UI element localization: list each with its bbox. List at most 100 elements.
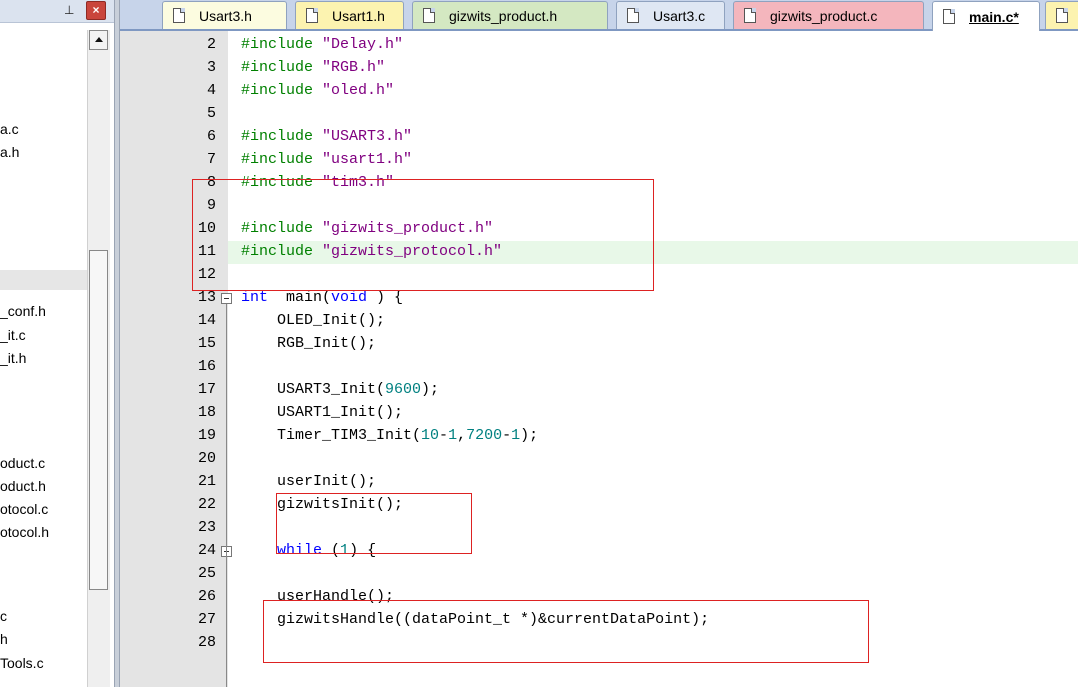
line-number: 13 xyxy=(197,289,216,306)
line-number: 21 xyxy=(197,473,216,490)
document-icon xyxy=(423,8,435,23)
file-tree-item[interactable]: _it.c xyxy=(0,327,26,343)
code-line[interactable]: 20 xyxy=(120,448,1078,471)
scroll-thumb[interactable] xyxy=(89,250,108,590)
line-number: 23 xyxy=(197,519,216,536)
code-line[interactable]: 5 xyxy=(120,103,1078,126)
arrow-up-icon xyxy=(95,37,103,42)
file-tree-item[interactable]: otocol.c xyxy=(0,501,48,517)
line-number: 25 xyxy=(197,565,216,582)
code-text: userInit(); xyxy=(241,473,377,490)
code-editor[interactable]: 2 #include "Delay.h" 3 #include "RGB.h" 4 #in… xyxy=(120,31,1078,687)
file-tree-item[interactable]: h xyxy=(0,631,8,647)
line-number: 14 xyxy=(197,312,216,329)
code-line[interactable]: 16 xyxy=(120,356,1078,379)
code-text: #include "RGB.h" xyxy=(241,59,386,76)
annotation-box-includes xyxy=(192,179,654,291)
file-tree-item[interactable]: oduct.c xyxy=(0,455,45,471)
code-line[interactable]: 25 xyxy=(120,563,1078,586)
line-number: 28 xyxy=(197,634,216,651)
line-number: 2 xyxy=(206,36,216,53)
file-tree-item[interactable]: a.c xyxy=(0,121,19,137)
annotation-box-init xyxy=(276,493,472,554)
line-number: 16 xyxy=(197,358,216,375)
code-text: int main(void ) { xyxy=(241,289,404,306)
code-text: #include "Delay.h" xyxy=(241,36,404,53)
file-tree-item[interactable]: _conf.h xyxy=(0,303,46,319)
line-number: 6 xyxy=(206,128,216,145)
file-tree-item[interactable]: a.h xyxy=(0,144,19,160)
selected-tree-row xyxy=(0,270,100,290)
code-line[interactable]: 3 #include "RGB.h" xyxy=(120,57,1078,80)
panel-header: ⊥ × xyxy=(0,0,118,23)
code-line[interactable]: 23 xyxy=(120,517,1078,540)
code-text: USART1_Init(); xyxy=(241,404,404,421)
code-text: OLED_Init(); xyxy=(241,312,386,329)
tab-label: Usart3.c xyxy=(653,7,706,24)
tab-usart1-h[interactable]: Usart1.h xyxy=(295,1,404,29)
document-icon xyxy=(306,8,318,23)
file-tree-item[interactable]: Tools.c xyxy=(0,655,44,671)
code-line[interactable]: 22 gizwitsInit(); xyxy=(120,494,1078,517)
code-text: #include "USART3.h" xyxy=(241,128,413,145)
line-number: 15 xyxy=(197,335,216,352)
document-icon xyxy=(943,9,955,24)
code-line[interactable]: 7 #include "usart1.h" xyxy=(120,149,1078,172)
line-number: 7 xyxy=(206,151,216,168)
tab-overflow[interactable] xyxy=(1045,1,1078,29)
annotation-box-handle xyxy=(263,600,869,663)
tab-label: Usart1.h xyxy=(332,7,385,24)
line-number: 26 xyxy=(197,588,216,605)
code-line[interactable]: 15 RGB_Init(); xyxy=(120,333,1078,356)
tab-label: gizwits_product.c xyxy=(770,7,878,24)
line-number: 4 xyxy=(206,82,216,99)
scroll-up-button[interactable] xyxy=(89,30,108,50)
line-number: 18 xyxy=(197,404,216,421)
code-line[interactable]: 21 userInit(); xyxy=(120,471,1078,494)
pin-icon[interactable]: ⊥ xyxy=(64,3,74,17)
close-panel-button[interactable]: × xyxy=(86,1,106,20)
file-tree-item[interactable]: otocol.h xyxy=(0,524,49,540)
document-icon xyxy=(744,8,756,23)
code-line[interactable]: 6 #include "USART3.h" xyxy=(120,126,1078,149)
code-text: #include "usart1.h" xyxy=(241,151,413,168)
line-number: 19 xyxy=(197,427,216,444)
code-line[interactable]: 14 OLED_Init(); xyxy=(120,310,1078,333)
code-line[interactable]: 17 USART3_Init(9600); xyxy=(120,379,1078,402)
code-text: RGB_Init(); xyxy=(241,335,377,352)
project-panel: ⊥ × a.c a.h _conf.h _it.c _it.h oduct.c oduct.… xyxy=(0,0,118,687)
file-tree-item[interactable]: c xyxy=(0,608,7,624)
tab-label: Usart3.h xyxy=(199,7,252,24)
line-number: 5 xyxy=(206,105,216,122)
code-line[interactable]: 18 USART1_Init(); xyxy=(120,402,1078,425)
line-number: 24 xyxy=(197,542,216,559)
code-line[interactable]: 19 Timer_TIM3_Init(10-1,7200-1); xyxy=(120,425,1078,448)
tab-gizwits-product-h[interactable]: gizwits_product.h xyxy=(412,1,608,29)
file-tree-item[interactable]: _it.h xyxy=(0,350,26,366)
tab-usart3-h[interactable]: Usart3.h xyxy=(162,1,287,29)
code-text: USART3_Init(9600); xyxy=(241,381,440,398)
tab-label: main.c* xyxy=(969,8,1019,25)
editor-tab-bar: Usart3.h Usart1.h gizwits_product.h Usart3.… xyxy=(120,0,1078,31)
line-number: 17 xyxy=(197,381,216,398)
document-icon xyxy=(173,8,185,23)
fold-main-icon[interactable] xyxy=(221,293,232,304)
tab-gizwits-product-c[interactable]: gizwits_product.c xyxy=(733,1,924,29)
code-text: Timer_TIM3_Init(10-1,7200-1); xyxy=(241,427,539,444)
code-line[interactable]: 4 #include "oled.h" xyxy=(120,80,1078,103)
code-line[interactable]: 2 #include "Delay.h" xyxy=(120,34,1078,57)
line-number: 27 xyxy=(197,611,216,628)
line-number: 20 xyxy=(197,450,216,467)
tab-main-c-[interactable]: main.c* xyxy=(932,1,1040,31)
document-icon xyxy=(627,8,639,23)
code-line[interactable]: 24 while (1) { xyxy=(120,540,1078,563)
tab-usart3-c[interactable]: Usart3.c xyxy=(616,1,725,29)
code-text: #include "oled.h" xyxy=(241,82,395,99)
line-number: 22 xyxy=(197,496,216,513)
document-icon xyxy=(1056,8,1068,23)
fold-guide-line xyxy=(226,304,227,687)
vertical-scrollbar[interactable] xyxy=(87,30,110,687)
file-tree-item[interactable]: oduct.h xyxy=(0,478,46,494)
line-number: 3 xyxy=(206,59,216,76)
tab-label: gizwits_product.h xyxy=(449,7,558,24)
